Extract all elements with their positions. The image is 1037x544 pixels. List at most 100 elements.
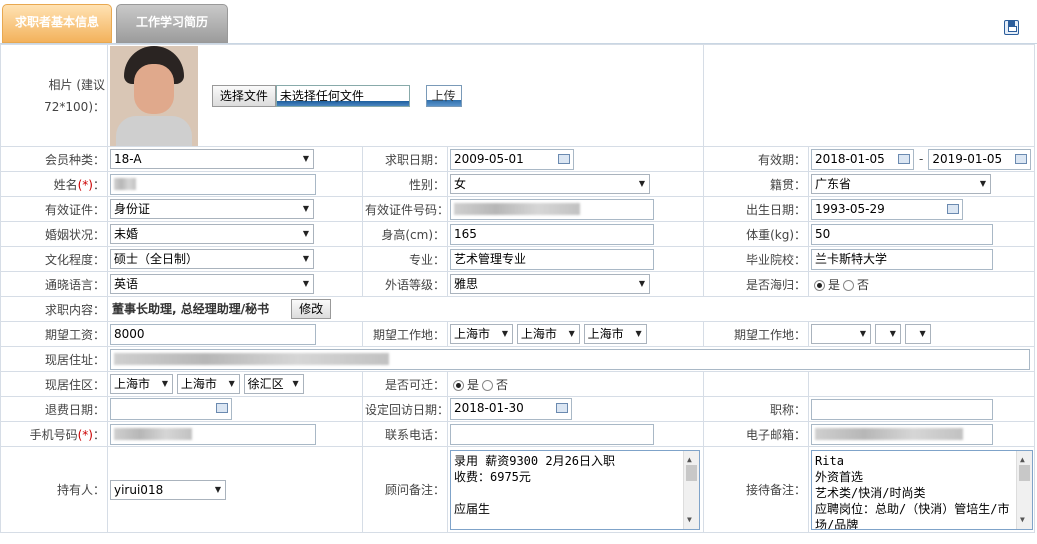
language-level-select[interactable]: 雅思 bbox=[450, 274, 650, 294]
expected-city-select[interactable]: 上海市 bbox=[516, 324, 580, 344]
education-select[interactable]: 硕士（全日制） bbox=[110, 249, 314, 269]
residence-district-label: 现居住区： bbox=[0, 371, 108, 397]
id-number-input[interactable] bbox=[450, 198, 654, 220]
owner-label: 持有人： bbox=[0, 446, 108, 533]
language-level-label: 外语等级： bbox=[362, 271, 448, 297]
weight-input[interactable]: 50 bbox=[811, 223, 994, 245]
upload-button[interactable]: 上传 bbox=[425, 84, 462, 107]
expected2-province-select[interactable] bbox=[811, 324, 872, 344]
photo-empty-cell bbox=[703, 44, 1036, 147]
relocatable-no-label: 否 bbox=[496, 377, 509, 392]
returnee-yes-label: 是 bbox=[828, 277, 841, 292]
photo-label: 相片 (建议72*100)： bbox=[0, 44, 108, 147]
calendar-icon[interactable] bbox=[558, 153, 570, 164]
expected-salary-label: 期望工资： bbox=[0, 321, 108, 347]
tab-work-study-resume[interactable]: 工作学习简历 bbox=[116, 4, 228, 43]
revisit-date-label: 设定回访日期： bbox=[362, 396, 448, 422]
consultant-note-textarea[interactable]: 录用 薪资9300 2月26日入职 收费：6975元 应届生 bbox=[450, 449, 700, 530]
expected-district-select[interactable]: 上海市 bbox=[583, 324, 647, 344]
calendar-icon[interactable] bbox=[556, 403, 568, 413]
name-label: 姓名(*)： bbox=[0, 171, 108, 197]
expected2-district-select[interactable] bbox=[904, 324, 931, 344]
calendar-icon[interactable] bbox=[947, 203, 960, 214]
expected2-city-select[interactable] bbox=[874, 324, 901, 344]
calendar-icon[interactable] bbox=[898, 153, 911, 164]
mobile-input[interactable] bbox=[110, 423, 316, 445]
calendar-icon[interactable] bbox=[1015, 153, 1028, 164]
origin-select[interactable]: 广东省 bbox=[811, 174, 992, 194]
birth-date-label: 出生日期： bbox=[703, 196, 810, 222]
relocatable-no-radio[interactable] bbox=[482, 379, 494, 391]
empty-cell bbox=[808, 371, 1036, 397]
expected-province-select[interactable]: 上海市 bbox=[450, 324, 513, 344]
language-select[interactable]: 英语 bbox=[110, 274, 314, 294]
gender-select[interactable]: 女 bbox=[450, 174, 650, 194]
returnee-no-radio[interactable] bbox=[843, 279, 855, 291]
job-content-value: 董事长助理, 总经理助理/秘书 bbox=[112, 301, 270, 316]
school-label: 毕业院校： bbox=[703, 246, 810, 272]
id-type-label: 有效证件： bbox=[0, 196, 108, 222]
edit-job-button[interactable]: 修改 bbox=[291, 299, 332, 319]
email-input[interactable] bbox=[811, 423, 994, 445]
consultant-note-label: 顾问备注： bbox=[362, 446, 448, 533]
height-input[interactable]: 165 bbox=[450, 223, 654, 245]
file-name-display: 未选择任何文件 bbox=[275, 84, 410, 107]
residence-province-select[interactable]: 上海市 bbox=[110, 374, 173, 394]
phone-label: 联系电话： bbox=[362, 421, 448, 447]
valid-to-input[interactable]: 2019-01-05 bbox=[928, 148, 1032, 170]
calendar-icon[interactable] bbox=[216, 403, 228, 413]
returnee-no-label: 否 bbox=[857, 277, 870, 292]
revisit-date-input[interactable]: 2018-01-30 bbox=[450, 398, 572, 420]
expected-location-2-label: 期望工作地： bbox=[703, 321, 810, 347]
address-input[interactable] bbox=[110, 348, 1030, 370]
job-content-label: 求职内容： bbox=[0, 296, 108, 322]
id-number-label: 有效证件号码： bbox=[362, 196, 448, 222]
school-input[interactable]: 兰卡斯特大学 bbox=[811, 248, 994, 270]
valid-period-label: 有效期： bbox=[703, 146, 810, 172]
owner-select[interactable]: yirui018 bbox=[110, 479, 226, 500]
id-type-select[interactable]: 身份证 bbox=[110, 199, 314, 219]
major-input[interactable]: 艺术管理专业 bbox=[450, 248, 654, 270]
profile-form: 相片 (建议72*100)： 选择文件 未选择任何文件 上传 会员种类： 18-A… bbox=[0, 44, 1036, 533]
apply-date-label: 求职日期： bbox=[362, 146, 448, 172]
apply-date-input[interactable]: 2009-05-01 bbox=[450, 148, 574, 170]
member-type-select[interactable]: 18-A bbox=[110, 149, 314, 169]
residence-city-select[interactable]: 上海市 bbox=[176, 374, 240, 394]
mobile-label: 手机号码(*)： bbox=[0, 421, 108, 447]
refund-date-input[interactable] bbox=[110, 398, 232, 420]
relocatable-label: 是否可迁： bbox=[362, 371, 448, 397]
job-title-input[interactable] bbox=[811, 398, 994, 420]
range-dash: - bbox=[919, 151, 924, 166]
relocatable-yes-radio[interactable] bbox=[453, 379, 464, 391]
marital-select[interactable]: 未婚 bbox=[110, 224, 314, 244]
expected-location-label: 期望工作地： bbox=[362, 321, 448, 347]
scrollbar[interactable] bbox=[1016, 450, 1033, 529]
empty-cell bbox=[703, 371, 810, 397]
returnee-yes-radio[interactable] bbox=[814, 279, 826, 291]
job-title-label: 职称： bbox=[703, 396, 810, 422]
reception-note-label: 接待备注： bbox=[703, 446, 810, 533]
save-icon[interactable] bbox=[1004, 20, 1019, 35]
photo-cell: 选择文件 未选择任何文件 上传 bbox=[106, 44, 705, 147]
name-input[interactable] bbox=[110, 173, 316, 195]
weight-label: 体重(kg)： bbox=[703, 221, 810, 247]
height-label: 身高(cm)： bbox=[362, 221, 448, 247]
valid-from-input[interactable]: 2018-01-05 bbox=[811, 148, 915, 170]
tab-basic-info[interactable]: 求职者基本信息 bbox=[2, 4, 112, 43]
reception-note-textarea[interactable]: Rita 外资首选 艺术类/快消/时尚类 应聘岗位：总助/（快消）管培生/市场/… bbox=[811, 449, 1034, 530]
marital-label: 婚姻状况： bbox=[0, 221, 108, 247]
returnee-label: 是否海归： bbox=[703, 271, 810, 297]
expected-salary-input[interactable]: 8000 bbox=[110, 323, 316, 345]
origin-label: 籍贯： bbox=[703, 171, 810, 197]
gender-label: 性别： bbox=[362, 171, 448, 197]
choose-file-button[interactable]: 选择文件 bbox=[211, 84, 276, 107]
residence-district-select[interactable]: 徐汇区 bbox=[243, 374, 304, 394]
education-label: 文化程度： bbox=[0, 246, 108, 272]
tab-bar: 求职者基本信息 工作学习简历 bbox=[0, 0, 1037, 44]
refund-date-label: 退费日期： bbox=[0, 396, 108, 422]
relocatable-yes-label: 是 bbox=[467, 377, 480, 392]
scrollbar[interactable] bbox=[683, 450, 699, 529]
birth-date-input[interactable]: 1993-05-29 bbox=[811, 198, 964, 220]
phone-input[interactable] bbox=[450, 423, 654, 445]
avatar-photo bbox=[110, 45, 198, 146]
